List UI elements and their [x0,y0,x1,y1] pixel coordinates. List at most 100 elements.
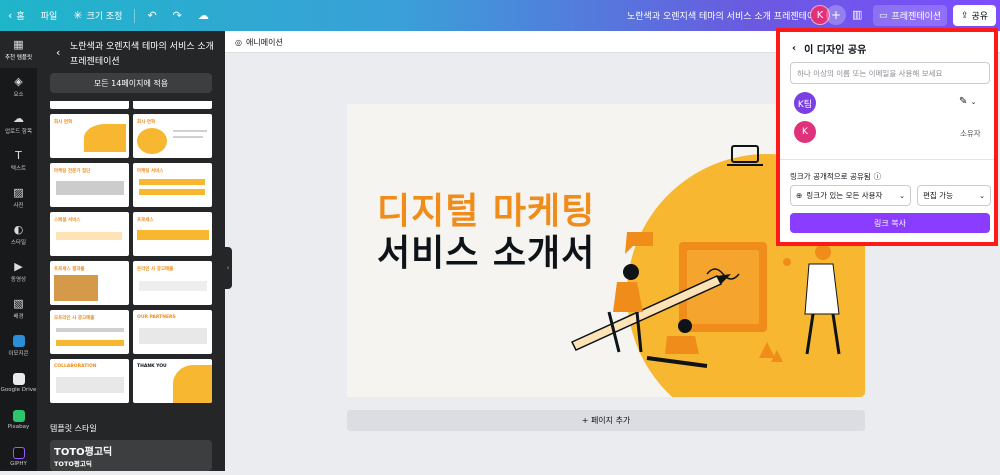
apply-all-button[interactable]: 모든 14페이지에 적용 [50,73,212,93]
undo-icon: ↶ [147,9,157,22]
owner-label: 소유자 [960,129,981,138]
rail-label: GIPHY [10,460,27,467]
insights-button[interactable]: ▥ [852,8,862,21]
rail-item-styles[interactable]: ◐ 스타일 [0,216,37,253]
template-thumbnail[interactable]: 프로세스 결과물 [50,261,129,305]
font-style-primary: TOTO평고딕 [54,447,113,458]
rail-item-photos[interactable]: ▨ 사진 [0,179,37,216]
rail-item-videos[interactable]: ▶ 동영상 [0,253,37,290]
rail-label: Google Drive [0,386,37,393]
home-label: 홈 [16,12,25,22]
template-thumbnail[interactable] [50,101,129,109]
home-button[interactable]: ‹ 홈 [0,9,33,22]
thumbnail-title: 온라인 사 광고매출 [137,267,174,272]
upload-icon: ☁ [13,112,24,125]
file-label: 파일 [40,12,58,22]
thumbnail-graphic [84,124,126,152]
rail-item-emoji[interactable]: 이모지콘 [0,327,37,364]
template-thumbnail[interactable]: 온라인 사 광고매출 [133,261,212,305]
thumbnail-graphic [54,275,98,301]
thumbnail-title: OUR PARTNERS [137,315,176,320]
thumbnail-text-line [139,281,207,291]
rail-item-backgrounds[interactable]: ▧ 배경 [0,290,37,327]
cloud-check-icon: ☁ [197,9,209,22]
share-dialog: ‹ 이 디자인 공유 하나 이상의 이름 또는 이메일을 사용해 보세요 K팀 … [780,32,994,242]
divider [134,8,136,23]
thumbnail-graphic [56,232,122,240]
template-thumbnail[interactable]: 스페셜 서비스 [50,212,129,256]
add-collaborator-button[interactable]: + [826,5,846,25]
back-chevron-icon[interactable]: ‹ [792,43,796,54]
video-icon: ▶ [14,260,23,273]
rail-item-google-drive[interactable]: Google Drive [0,364,37,401]
share-dialog-title: 이 디자인 공유 [804,45,867,56]
template-thumbnail[interactable]: 마케팅 서비스 [133,163,212,207]
thumbnail-title: 오프라인 사 광고매출 [54,316,95,321]
permission-value: 편집 가능 [923,191,953,200]
thumbnail-text-line [56,328,124,332]
collapse-panel-button[interactable]: ‹ [224,247,232,289]
template-thumbnail[interactable]: 프로세스 [133,212,212,256]
edit-permission-dropdown[interactable]: ✎ ⌄ [959,96,976,107]
rail-item-templates[interactable]: ▦ 추천 템플릿 [0,31,37,68]
add-page-button[interactable]: + 페이지 추가 [347,410,865,431]
giphy-icon [12,446,25,459]
user-avatar: K [794,121,816,143]
rail-item-elements[interactable]: ◈ 요소 [0,68,37,105]
animation-button[interactable]: ◎ 애니메이션 [235,37,283,48]
resize-button[interactable]: ✳ 크기 조정 [65,9,130,22]
font-style-secondary: TOTO평고딕 [54,460,92,468]
undo-button[interactable]: ↶ [139,9,164,22]
slide-title-line-2[interactable]: 서비스 소개서 [377,224,595,276]
template-thumbnail[interactable] [133,101,212,109]
file-menu[interactable]: 파일 [33,9,66,22]
monitor-icon: ▭ [879,10,888,21]
rail-label: 업로드 항목 [4,129,33,135]
link-access-value: 링크가 있는 모든 사용자 [806,191,883,200]
emoji-icon [12,334,25,347]
globe-icon: ⊕ [796,191,803,200]
permission-select[interactable]: 편집 가능 ⌄ [917,185,991,206]
document-title[interactable]: 노란색과 오렌지색 테마의 서비스 소개 프레젠테이션 [627,9,823,22]
template-thumbnail[interactable]: 오프라인 사 광고매출 [50,310,129,354]
template-thumbnail[interactable]: THANK YOU [133,359,212,403]
sparkle-icon: ✳ [73,9,83,22]
link-sharing-text: 링크가 공개적으로 공유됨 [790,172,871,181]
share-button[interactable]: ⇪ 공유 [953,5,996,26]
thumbnail-graphic [139,179,205,185]
thumbnail-title: 마케팅 전문가 집단 [54,169,91,174]
elements-icon: ◈ [14,75,23,88]
rail-label: 이모지콘 [8,350,29,357]
font-style-card[interactable]: TOTO평고딕 TOTO평고딕 [50,440,212,471]
rail-item-uploads[interactable]: ☁ 업로드 항목 [0,105,37,142]
redo-button[interactable]: ↷ [165,9,190,22]
share-dialog-highlight: ‹ 이 디자인 공유 하나 이상의 이름 또는 이메일을 사용해 보세요 K팀 … [776,28,998,246]
top-bar: ‹ 홈 파일 ✳ 크기 조정 ↶ ↷ ☁ [0,0,1000,31]
link-access-select[interactable]: ⊕ 링크가 있는 모든 사용자 ⌄ [790,185,911,206]
template-thumbnail[interactable]: 회사 연혁 [50,114,129,158]
thumbnail-graphic [173,365,212,403]
style-icon: ◐ [13,223,24,236]
share-dialog-header: ‹ 이 디자인 공유 [792,41,866,56]
template-thumbnail[interactable]: 마케팅 전문가 집단 [50,163,129,207]
template-thumbnail[interactable]: COLLABORATION [50,359,129,403]
person-head [623,264,639,280]
rail-item-pixabay[interactable]: Pixabay [0,401,37,438]
template-thumbnail[interactable]: OUR PARTNERS [133,310,212,354]
chevron-left-icon: ‹ [226,264,230,272]
invite-placeholder: 하나 이상의 이름 또는 이메일을 사용해 보세요 [797,68,943,78]
rail-item-giphy[interactable]: GIPHY [0,438,37,475]
invite-input[interactable]: 하나 이상의 이름 또는 이메일을 사용해 보세요 [790,62,990,84]
thumbnail-logo-row [56,377,124,393]
copy-link-button[interactable]: 링크 복사 [790,213,990,233]
rail-label: 추천 템플릿 [4,55,33,61]
cloud-save-button[interactable]: ☁ [190,9,217,22]
thumbnail-graphic [137,230,209,240]
rail-item-text[interactable]: T 텍스트 [0,142,37,179]
pixabay-icon [12,409,25,422]
thumbnail-title: 회사 연혁 [54,120,73,125]
present-button[interactable]: ▭ 프레젠테이션 [873,5,948,26]
back-button[interactable]: ‹ [56,46,60,59]
template-thumbnail[interactable]: 회사 연혁 [133,114,212,158]
info-icon[interactable]: ⓘ [874,171,882,182]
